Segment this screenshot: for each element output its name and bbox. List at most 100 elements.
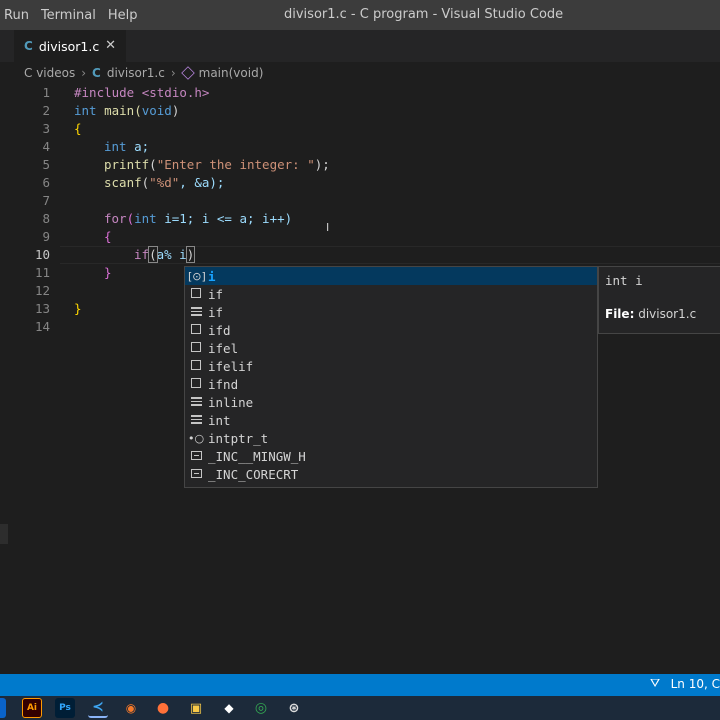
suggestion-item[interactable]: •○ intptr_t [185,429,597,447]
code-token: a% i [156,247,187,262]
title-bar: Run Terminal Help divisor1.c - C program… [0,0,720,30]
suggestion-item[interactable]: inline [185,393,597,411]
code-token: } [74,301,82,316]
snippet-icon [188,359,204,373]
code-token: "Enter the integer: " [156,157,315,172]
code-line: int main(void) [74,102,179,120]
suggestion-label: ifelif [208,358,254,374]
suggestion-label: intptr_t [208,430,269,446]
suggestion-label: ifd [208,322,231,338]
code-token: { [74,121,82,136]
line-number: 12 [34,283,50,298]
code-token: main( [96,103,142,118]
store-icon[interactable]: ▣ [186,698,206,718]
snippet-icon [188,323,204,337]
line-number: 14 [34,319,50,334]
code-line: } [74,300,82,318]
suggestion-label: i [208,268,216,284]
code-line: for(int i=1; i <= a; i++) [104,210,292,228]
menu-help[interactable]: Help [102,8,144,23]
code-line: #include <stdio.h> [74,84,209,102]
code-token: "%d" [149,175,180,190]
photoshop-icon[interactable]: Ps [55,698,75,718]
suggestion-item[interactable]: int [185,411,597,429]
suggestion-item[interactable]: ifel [185,339,597,357]
menu-terminal[interactable]: Terminal [35,8,102,23]
code-line: { [74,120,82,138]
code-token: #include <stdio.h> [74,85,210,100]
code-token: void [141,103,172,118]
line-number: 10 [34,247,50,262]
suggestion-widget[interactable]: [⊙] i if if ifd ifel ifelif ifnd inline … [184,266,598,488]
suggestion-item[interactable]: _INC__MINGW_H [185,447,597,465]
code-token: for [104,211,127,226]
code-token: ( [149,157,157,172]
code-token: int [74,103,97,118]
interface-icon: •○ [188,431,205,445]
code-token: } [104,265,112,280]
chevron-right-icon: › [81,66,87,80]
code-token: if [134,247,150,262]
suggestion-label: _INC_CORECRT [208,466,299,482]
suggestion-details: int i File: divisor1.c [598,266,720,334]
code-line: { [104,228,112,246]
constant-icon [188,450,204,463]
code-token: a; [126,139,150,154]
code-token: ) [185,246,196,263]
suggestion-item[interactable]: _INC_CORECRT [185,465,597,483]
menu-bar: Run Terminal Help [0,0,144,30]
suggestion-label: _INC__MINGW_H [208,448,306,464]
code-token: int [104,139,127,154]
firefox-icon[interactable]: ● [153,698,173,718]
status-bar: ⛛ Ln 10, C [0,674,720,696]
blender-icon[interactable]: ◉ [121,698,141,718]
line-number: 4 [42,139,50,154]
scrollbar-marker[interactable] [0,524,8,544]
chrome-icon[interactable]: ◎ [251,698,271,718]
suggestion-item[interactable]: ifelif [185,357,597,375]
breadcrumb-folder[interactable]: C videos [24,66,75,80]
function-icon [180,66,195,80]
tab-label: divisor1.c [38,38,100,54]
code-line: } [104,264,112,282]
details-file: File: divisor1.c [605,307,696,321]
line-number: 2 [42,103,50,118]
suggestion-label: if [208,286,224,302]
obs-icon[interactable]: ⊛ [284,698,304,718]
line-number: 1 [42,85,50,100]
suggestion-item[interactable]: ifnd [185,375,597,393]
start-icon[interactable] [0,698,6,718]
c-file-icon: C [24,39,33,53]
code-token: , &a); [179,175,225,190]
code-token: ( [126,211,135,226]
illustrator-icon[interactable]: Ai [22,698,42,718]
details-file-label: File: [605,307,635,321]
code-token: scanf [104,175,142,190]
suggestion-item[interactable]: [⊙] i [185,267,597,285]
breadcrumb-file[interactable]: divisor1.c [107,66,165,80]
suggestion-item[interactable]: if [185,303,597,321]
code-token: printf [104,157,150,172]
suggestion-item[interactable]: ifd [185,321,597,339]
code-line: printf("Enter the integer: "); [104,156,330,174]
c-file-icon: C [92,66,101,80]
tab-divisor1[interactable]: C divisor1.c ✕ [14,30,126,62]
status-cursor-position[interactable]: Ln 10, C [671,677,720,691]
menu-run[interactable]: Run [0,8,35,23]
code-token: ( [148,246,158,263]
code-editor[interactable]: 1 2 3 4 5 6 7 8 9 10 11 12 13 14 #includ… [0,84,720,674]
breadcrumb: C videos › C divisor1.c › main(void) [0,62,720,84]
close-icon[interactable]: ✕ [105,38,116,53]
snippet-icon [188,341,204,355]
chevron-right-icon: › [170,66,176,80]
window-title: divisor1.c - C program - Visual Studio C… [284,7,564,22]
text-cursor-icon: I [326,221,330,234]
keyword-icon [188,414,204,427]
vscode-icon[interactable]: ≺ [88,698,108,718]
suggestion-item[interactable]: if [185,285,597,303]
snippet-icon [188,287,204,301]
shield-icon[interactable]: ◆ [219,698,239,718]
feedback-icon[interactable]: ⛛ [650,676,660,691]
breadcrumb-symbol[interactable]: main(void) [199,66,264,80]
line-number: 11 [34,265,50,280]
